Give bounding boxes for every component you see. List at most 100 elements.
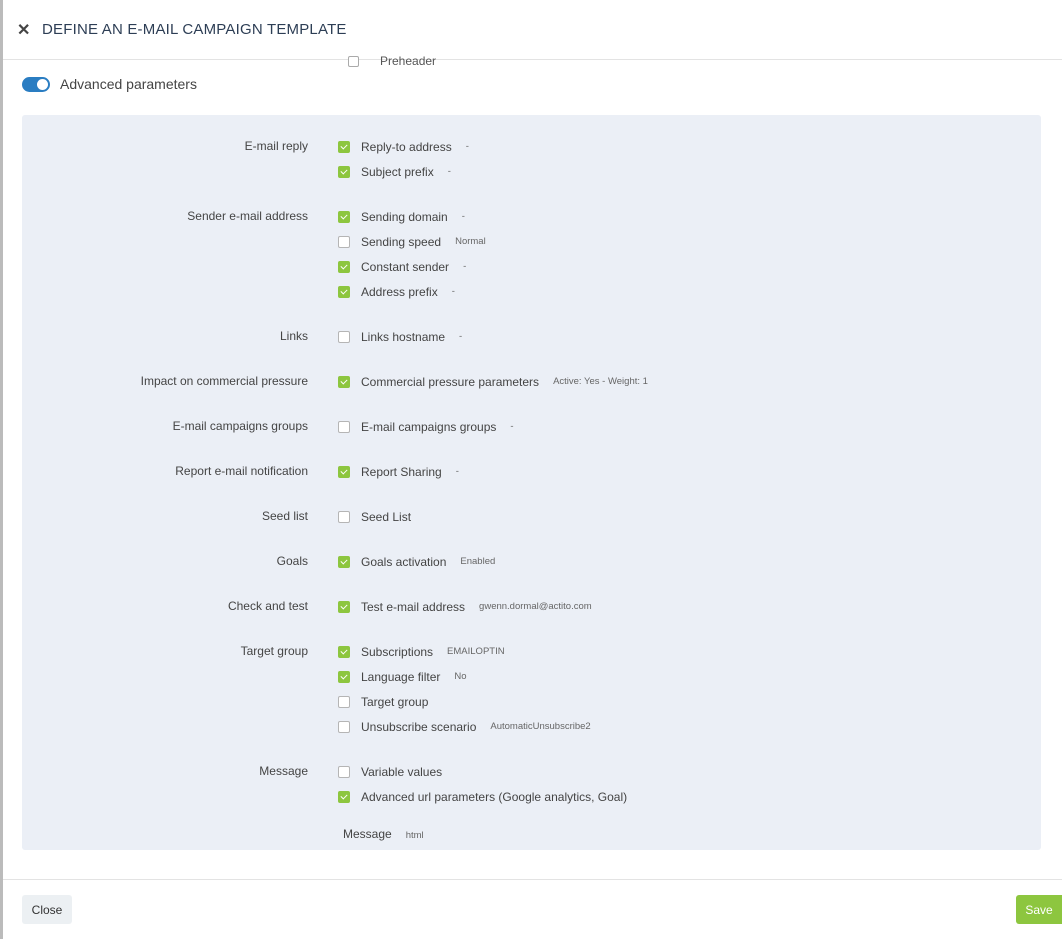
save-button[interactable]: Save xyxy=(1016,895,1062,924)
option-detail: - xyxy=(465,141,469,152)
option-detail: EMAILOPTIN xyxy=(447,646,505,657)
message-type-row: Message html xyxy=(338,809,627,841)
option-row[interactable]: Reply-to address - xyxy=(338,134,469,159)
option-checkbox[interactable] xyxy=(338,695,350,708)
option-detail: gwenn.dormal@actito.com xyxy=(479,601,592,612)
option-row[interactable]: Address prefix - xyxy=(338,279,486,304)
option-label: Subscriptions xyxy=(361,644,434,659)
option-checkbox[interactable] xyxy=(338,165,350,178)
group-label: Target group xyxy=(240,644,308,658)
option-checkbox[interactable] xyxy=(338,465,350,478)
option-label: Test e-mail address xyxy=(361,599,466,614)
backdrop-edge xyxy=(0,0,3,939)
option-checkbox[interactable] xyxy=(338,720,350,733)
option-label: Language filter xyxy=(361,669,441,684)
group-label: Seed list xyxy=(261,509,308,523)
option-row[interactable]: Seed List xyxy=(338,504,411,529)
option-checkbox[interactable] xyxy=(338,765,350,778)
group-items: Subscriptions EMAILOPTIN Language filter No… xyxy=(338,639,591,739)
option-checkbox[interactable] xyxy=(338,600,350,613)
group-label: Sender e-mail address xyxy=(187,209,308,223)
group-items: Commercial pressure parameters Active: Ye… xyxy=(338,369,648,394)
option-checkbox[interactable] xyxy=(338,670,350,683)
parameter-group: Report e-mail notification Report Sharing… xyxy=(22,459,1041,484)
option-detail: - xyxy=(459,331,463,342)
option-checkbox[interactable] xyxy=(338,260,350,273)
parameter-group: E-mail reply Reply-to address - Subject pre… xyxy=(22,134,1041,184)
parameter-group: Target group Subscriptions EMAILOPTIN Langu… xyxy=(22,639,1041,739)
parameter-group: Impact on commercial pressure Commercial … xyxy=(22,369,1041,394)
option-detail: Normal xyxy=(455,236,486,247)
option-label: Sending speed xyxy=(361,234,442,249)
option-row[interactable]: Sending speed Normal xyxy=(338,229,486,254)
option-row[interactable]: Variable values xyxy=(338,759,627,784)
advanced-parameters-toggle[interactable] xyxy=(22,76,50,92)
parameter-group: Message Variable values Advanced url param… xyxy=(22,759,1041,841)
option-checkbox[interactable] xyxy=(338,210,350,223)
option-row[interactable]: Subscriptions EMAILOPTIN xyxy=(338,639,591,664)
option-checkbox[interactable] xyxy=(338,375,350,388)
option-row[interactable]: E-mail campaigns groups - xyxy=(338,414,514,439)
option-detail: - xyxy=(455,466,459,477)
option-checkbox[interactable] xyxy=(338,555,350,568)
option-checkbox[interactable] xyxy=(338,140,350,153)
dialog-footer xyxy=(3,879,1062,939)
option-checkbox[interactable] xyxy=(338,235,350,248)
group-items: Seed List xyxy=(338,504,411,529)
preheader-label: Preheader xyxy=(380,54,437,68)
option-checkbox[interactable] xyxy=(338,510,350,523)
message-type-value: html xyxy=(405,830,424,841)
group-label: E-mail campaigns groups xyxy=(172,419,308,433)
option-label: Variable values xyxy=(361,764,443,779)
option-label: Unsubscribe scenario xyxy=(361,719,477,734)
option-label: Constant sender xyxy=(361,259,450,274)
option-label: Goals activation xyxy=(361,554,447,569)
parameter-group: Check and test Test e-mail address gwenn.d… xyxy=(22,594,1041,619)
option-checkbox[interactable] xyxy=(338,285,350,298)
option-detail: AutomaticUnsubscribe2 xyxy=(490,721,591,732)
close-button[interactable]: Close xyxy=(22,895,72,924)
group-label: Impact on commercial pressure xyxy=(140,374,308,388)
option-checkbox[interactable] xyxy=(338,330,350,343)
group-items: Sending domain - Sending speed Normal Consta… xyxy=(338,204,486,304)
option-row[interactable]: Report Sharing - xyxy=(338,459,459,484)
close-icon[interactable]: ✕ xyxy=(17,20,37,40)
option-label: Seed List xyxy=(361,509,412,524)
option-checkbox[interactable] xyxy=(338,645,350,658)
option-row[interactable]: Commercial pressure parameters Active: Ye… xyxy=(338,369,648,394)
option-label: E-mail campaigns groups xyxy=(361,419,497,434)
parameter-group: Sender e-mail address Sending domain - Send… xyxy=(22,204,1041,304)
preheader-option[interactable]: Preheader xyxy=(348,54,436,68)
option-row[interactable]: Test e-mail address gwenn.dormal@actito.c… xyxy=(338,594,592,619)
option-checkbox[interactable] xyxy=(338,790,350,803)
option-label: Address prefix xyxy=(361,284,438,299)
group-label: E-mail reply xyxy=(244,139,308,153)
advanced-parameters-toggle-row[interactable]: Advanced parameters xyxy=(22,76,197,92)
option-detail: - xyxy=(461,211,465,222)
option-detail: - xyxy=(451,286,455,297)
option-label: Subject prefix xyxy=(361,164,434,179)
option-label: Links hostname xyxy=(361,329,446,344)
option-label: Advanced url parameters (Google analytic… xyxy=(361,789,628,804)
option-detail: Enabled xyxy=(460,556,496,567)
parameter-group: Links Links hostname - xyxy=(22,324,1041,349)
option-row[interactable]: Subject prefix - xyxy=(338,159,469,184)
option-row[interactable]: Target group xyxy=(338,689,591,714)
option-row[interactable]: Constant sender - xyxy=(338,254,486,279)
option-label: Commercial pressure parameters xyxy=(361,374,540,389)
group-items: E-mail campaigns groups - xyxy=(338,414,514,439)
option-row[interactable]: Links hostname - xyxy=(338,324,462,349)
option-detail: - xyxy=(447,166,451,177)
option-detail: - xyxy=(510,421,514,432)
option-row[interactable]: Goals activation Enabled xyxy=(338,549,495,574)
preheader-checkbox[interactable] xyxy=(348,55,359,67)
option-row[interactable]: Advanced url parameters (Google analytic… xyxy=(338,784,627,809)
group-items: Variable values Advanced url parameters (… xyxy=(338,759,627,841)
group-items: Reply-to address - Subject prefix - xyxy=(338,134,469,184)
option-row[interactable]: Language filter No xyxy=(338,664,591,689)
parameter-group: Goals Goals activation Enabled xyxy=(22,549,1041,574)
option-row[interactable]: Sending domain - xyxy=(338,204,486,229)
option-row[interactable]: Unsubscribe scenario AutomaticUnsubscribe… xyxy=(338,714,591,739)
option-checkbox[interactable] xyxy=(338,420,350,433)
option-label: Target group xyxy=(361,694,429,709)
